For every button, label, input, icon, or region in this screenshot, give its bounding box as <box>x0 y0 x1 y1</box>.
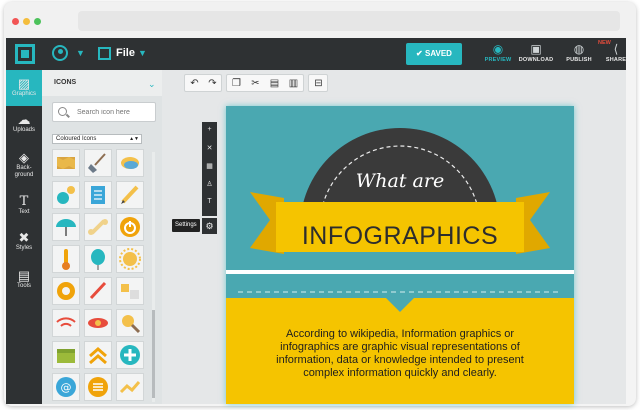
close-icon[interactable]: ✕ <box>202 144 217 152</box>
trend-icon[interactable] <box>116 373 144 401</box>
gears-icon[interactable] <box>52 181 80 209</box>
sidebar-item-label: Uploads <box>12 127 35 133</box>
sun-icon[interactable] <box>116 245 144 273</box>
element-toolbar: + ✕ ▦ ♙ T <box>202 122 217 216</box>
download-label: DOWNLOAD <box>518 57 554 63</box>
cut-icon[interactable]: ✂ <box>248 76 263 91</box>
chevron-down-icon[interactable]: ▼ <box>76 48 85 58</box>
wifi-icon[interactable] <box>52 309 80 337</box>
download-button[interactable]: ▣ DOWNLOAD <box>514 41 558 63</box>
sidebar-item-label: Graphics <box>11 91 36 97</box>
sidebar-item-label-line2: ground <box>14 172 34 178</box>
share-label: SHARE <box>605 57 627 63</box>
cloud-upload-icon: ☁ <box>17 112 31 127</box>
leaf-icon[interactable] <box>116 149 144 177</box>
heading-infographics[interactable]: INFOGRAPHICS <box>226 222 574 251</box>
panel-header[interactable]: ICONS ⌄ <box>42 70 162 96</box>
copy-icon[interactable]: ❐ <box>229 76 244 91</box>
text-icon: T <box>19 194 29 209</box>
chevrons-up-icon[interactable] <box>84 341 112 369</box>
map-icon[interactable] <box>52 149 80 177</box>
icon-search-box[interactable] <box>52 102 156 122</box>
app-logo-icon[interactable] <box>15 44 35 64</box>
lifebuoy-icon[interactable] <box>52 277 80 305</box>
image-icon: ▨ <box>17 76 31 91</box>
sidebar-item-label: Text <box>18 209 30 215</box>
chevron-down-icon[interactable]: ⌄ <box>148 79 156 90</box>
balloon-icon[interactable] <box>84 245 112 273</box>
infographic-page[interactable]: What are INFOGRAPHICS According to wikip… <box>226 106 574 404</box>
search-input[interactable] <box>77 106 153 118</box>
layers-icon[interactable]: ▦ <box>202 162 217 170</box>
search-icon <box>58 107 67 116</box>
bone-icon[interactable] <box>84 213 112 241</box>
maximize-dot[interactable] <box>34 18 41 25</box>
sidebar-item-text[interactable]: T Text <box>6 194 42 216</box>
share-icon: ⟨ <box>613 42 619 56</box>
blocks-icon[interactable] <box>116 277 144 305</box>
panel-scrollbar-thumb[interactable] <box>152 310 155 398</box>
paste-icon[interactable]: ▤ <box>267 76 282 91</box>
power-icon[interactable] <box>116 213 144 241</box>
browser-chrome <box>4 2 636 40</box>
chest-icon[interactable] <box>52 341 80 369</box>
saved-button[interactable]: ✔ SAVED <box>406 43 462 65</box>
toolbox-icon: ▤ <box>17 268 31 283</box>
sidebar-item-label: Back- <box>16 165 32 171</box>
icons-panel: ICONS ⌄ Coloured Icons ▲▼ @ <box>42 70 162 404</box>
align-group: ⊟ <box>308 74 328 92</box>
sidebar-item-tools[interactable]: ▤ Tools <box>6 268 42 290</box>
sidebar-item-graphics[interactable]: ▨ Graphics <box>6 70 42 106</box>
align-icon[interactable]: ⊟ <box>311 76 326 91</box>
pencil-icon[interactable] <box>116 181 144 209</box>
sidebar-item-label: Tools <box>16 283 31 289</box>
sidebar-item-uploads[interactable]: ☁ Uploads <box>6 112 42 134</box>
share-button[interactable]: ⟨ SHARE <box>594 41 638 63</box>
sidebar-item-label: Styles <box>15 245 33 251</box>
person-icon[interactable]: ♙ <box>202 180 217 188</box>
sidebar-item-background[interactable]: ◈ Back- ground <box>6 150 42 179</box>
plus-icon[interactable]: + <box>202 126 217 133</box>
magnifier-icon[interactable] <box>116 309 144 337</box>
file-icon[interactable] <box>98 47 111 60</box>
paint-bucket-icon: ◈ <box>19 150 29 165</box>
address-bar[interactable] <box>78 11 620 31</box>
left-sidebar: ▨ Graphics ☁ Uploads ◈ Back- ground T Te… <box>6 70 42 404</box>
pen-icon[interactable] <box>84 277 112 305</box>
list-icon[interactable] <box>84 373 112 401</box>
file-menu[interactable]: File <box>116 47 135 59</box>
user-icon[interactable] <box>52 45 68 61</box>
thermometer-icon[interactable] <box>52 245 80 273</box>
history-group: ↶ ↷ <box>184 74 222 92</box>
plus-circle-icon[interactable] <box>116 341 144 369</box>
saved-label: SAVED <box>424 49 452 58</box>
download-icon: ▣ <box>530 42 542 56</box>
umbrella-icon[interactable] <box>52 213 80 241</box>
minimize-dot[interactable] <box>23 18 30 25</box>
clipboard-group: ❐ ✂ ▤ ▥ <box>226 74 304 92</box>
heading-what-are[interactable]: What are <box>226 170 574 192</box>
document-icon[interactable] <box>84 181 112 209</box>
text-style-icon[interactable]: T <box>202 198 217 205</box>
gear-icon[interactable]: ⚙ <box>202 218 217 234</box>
redo-icon[interactable]: ↷ <box>205 76 220 91</box>
icon-style-value: Coloured Icons <box>56 136 97 142</box>
trash-icon[interactable]: ▥ <box>286 76 301 91</box>
top-toolbar: ▼ File ▼ ✔ SAVED ◉ PREVIEW ▣ DOWNLOAD ◍ … <box>6 38 626 70</box>
at-sign-icon[interactable]: @ <box>52 373 80 401</box>
undo-icon[interactable]: ↶ <box>187 76 202 91</box>
body-paragraph[interactable]: According to wikipedia, Information grap… <box>266 328 534 380</box>
brush-icon: ✖ <box>18 230 30 245</box>
shovel-icon[interactable] <box>84 149 112 177</box>
settings-tooltip: Settings <box>172 219 200 232</box>
sidebar-item-styles[interactable]: ✖ Styles <box>6 230 42 252</box>
svg-text:@: @ <box>61 381 72 394</box>
chevron-down-icon[interactable]: ▼ <box>138 48 147 58</box>
panel-title: ICONS <box>54 79 77 86</box>
icon-style-select[interactable]: Coloured Icons ▲▼ <box>52 134 142 144</box>
close-dot[interactable] <box>12 18 19 25</box>
select-arrows-icon: ▲▼ <box>129 136 139 142</box>
editor-canvas: ↶ ↷ ❐ ✂ ▤ ▥ ⊟ + ✕ ▦ ♙ T Settings ⚙ What … <box>162 70 626 404</box>
eye-icon[interactable] <box>84 309 112 337</box>
